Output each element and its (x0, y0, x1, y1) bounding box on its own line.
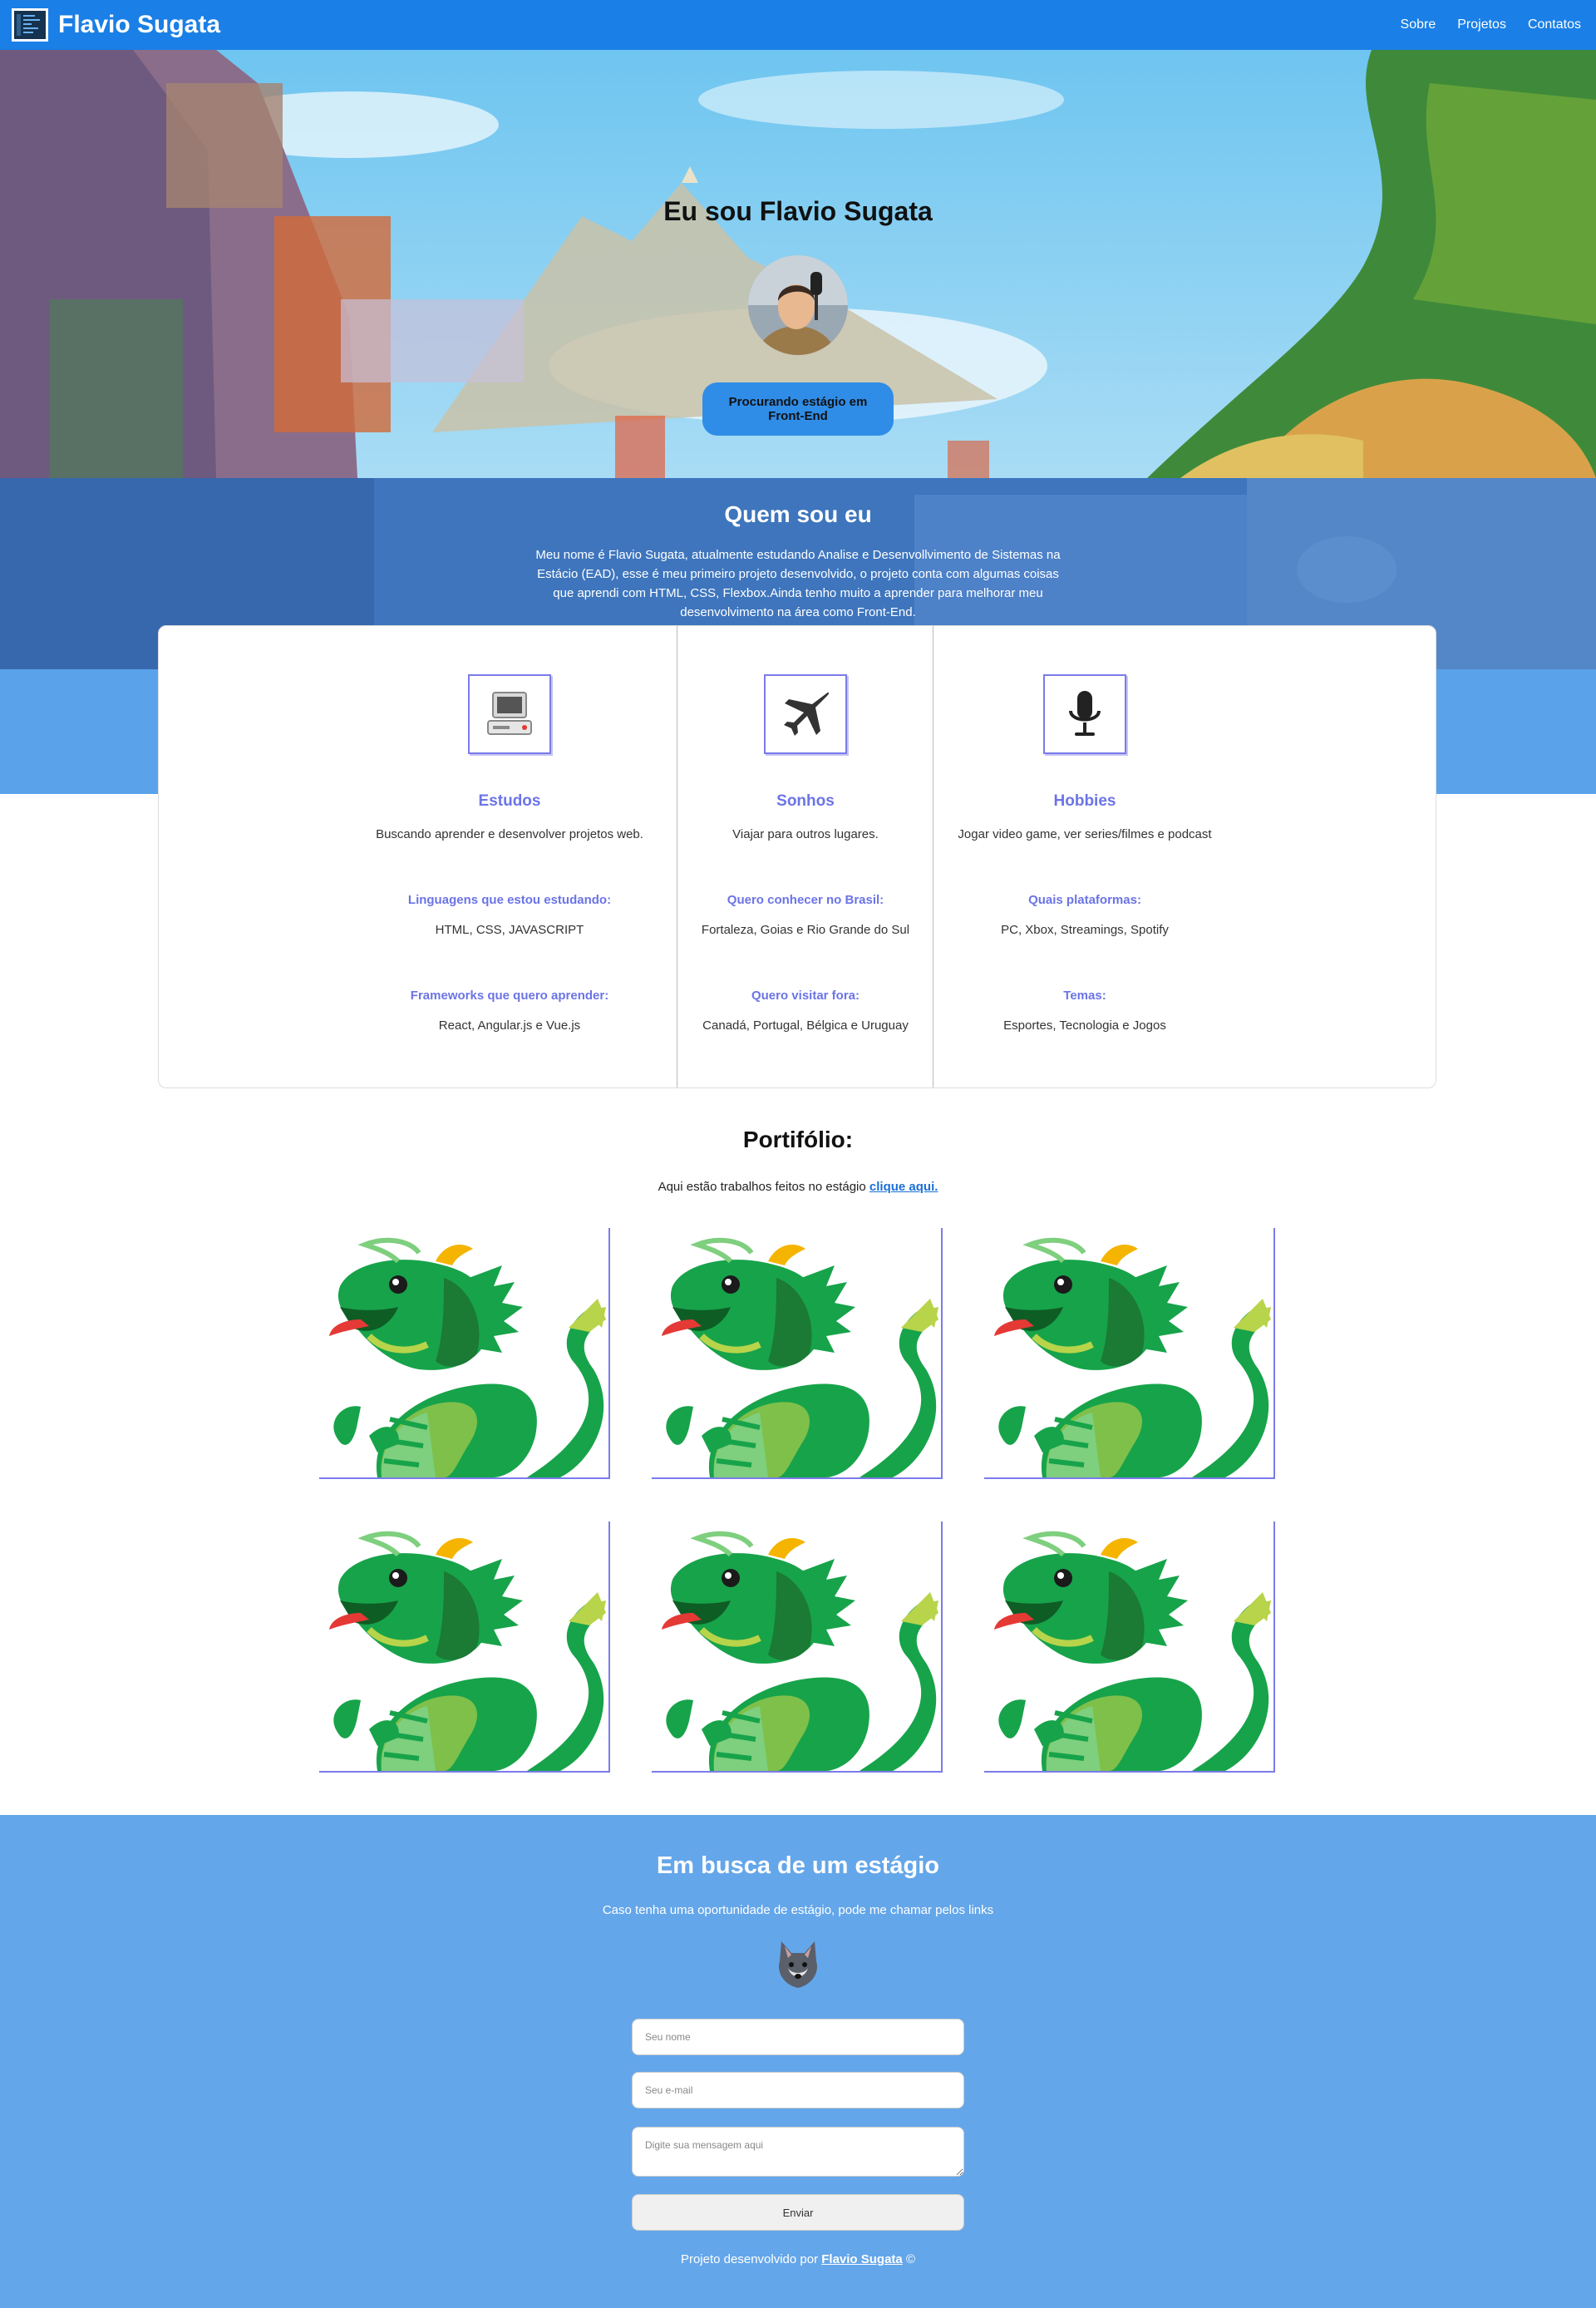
dragon-icon (652, 1521, 943, 1773)
card-subtitle: Temas: (1063, 989, 1106, 1003)
logo-icon (12, 8, 48, 42)
top-nav: Flavio Sugata Sobre Projetos Contatos (0, 0, 1596, 50)
contact-section (0, 1815, 1596, 2308)
dragon-icon (984, 1521, 1275, 1773)
hero-section: Eu sou Flavio Sugata Procurando estágio … (0, 50, 1596, 478)
portfolio-item-2[interactable] (652, 1228, 943, 1479)
computer-icon (468, 674, 551, 754)
portfolio-item-3[interactable] (984, 1228, 1275, 1479)
card-value: Canadá, Portugal, Bélgica e Uruguay (702, 1018, 909, 1033)
card-title: Hobbies (1053, 792, 1116, 810)
profile-avatar (748, 255, 848, 355)
card-sonhos: Sonhos Viajar para outros lugares. Quero… (677, 626, 933, 1087)
name-input[interactable] (632, 2019, 964, 2055)
portfolio-item-6[interactable] (984, 1521, 1275, 1773)
airplane-icon (764, 674, 847, 754)
dragon-icon (319, 1228, 610, 1479)
dragon-icon (319, 1521, 610, 1773)
nav-links: Sobre Projetos Contatos (1401, 17, 1581, 32)
nav-link-contatos[interactable]: Contatos (1528, 17, 1581, 32)
internship-cta-button[interactable]: Procurando estágio em Front-End (702, 382, 894, 436)
card-value: Esportes, Tecnologia e Jogos (1003, 1018, 1166, 1033)
card-value: React, Angular.js e Vue.js (438, 1018, 581, 1033)
info-cards: Estudos Buscando aprender e desenvolver … (158, 625, 1436, 1088)
nav-link-projetos[interactable]: Projetos (1457, 17, 1506, 32)
dragon-icon (984, 1228, 1275, 1479)
footer-credit: Projeto desenvolvido por Flavio Sugata © (0, 2252, 1596, 2266)
copyright-symbol: © (905, 2252, 916, 2266)
nav-link-sobre[interactable]: Sobre (1401, 17, 1436, 32)
portfolio-item-1[interactable] (319, 1228, 610, 1479)
send-button[interactable]: Enviar (632, 2194, 964, 2231)
card-desc: Jogar video game, ver series/filmes e po… (958, 827, 1212, 841)
portfolio-item-4[interactable] (319, 1521, 610, 1773)
card-value: HTML, CSS, JAVASCRIPT (435, 923, 584, 937)
brand[interactable]: Flavio Sugata (12, 8, 220, 42)
microphone-icon (1043, 674, 1126, 754)
card-subtitle: Quero visitar fora: (751, 989, 860, 1003)
hero-title: Eu sou Flavio Sugata (663, 196, 933, 226)
portfolio-link[interactable]: clique aqui. (869, 1180, 938, 1194)
portfolio-text: Aqui estão trabalhos feitos no estágio c… (0, 1180, 1596, 1194)
card-estudos: Estudos Buscando aprender e desenvolver … (159, 626, 677, 1087)
portfolio-item-5[interactable] (652, 1521, 943, 1773)
contact-text: Caso tenha uma oportunidade de estágio, … (602, 1903, 994, 1917)
credit-prefix: Projeto desenvolvido por (680, 2252, 819, 2266)
card-subtitle: Linguagens que estou estudando: (407, 893, 612, 907)
dragon-icon (652, 1228, 943, 1479)
card-hobbies: Hobbies Jogar video game, ver series/fil… (933, 626, 1436, 1087)
contact-title: Em busca de um estágio (656, 1852, 940, 1879)
card-subtitle: Frameworks que quero aprender: (410, 989, 609, 1003)
card-value: Fortaleza, Goias e Rio Grande do Sul (701, 923, 910, 937)
portfolio-description: Aqui estão trabalhos feitos no estágio (658, 1180, 866, 1194)
about-text: Meu nome é Flavio Sugata, atualmente est… (535, 548, 1061, 619)
card-desc: Viajar para outros lugares. (732, 827, 879, 841)
portfolio-title: Portifólio: (742, 1127, 854, 1152)
card-desc: Buscando aprender e desenvolver projetos… (376, 827, 643, 841)
card-title: Estudos (478, 792, 541, 810)
card-subtitle: Quais plataformas: (1028, 893, 1141, 907)
card-title: Sonhos (776, 792, 835, 810)
wolf-icon (773, 1938, 823, 1991)
card-value: PC, Xbox, Streamings, Spotify (1001, 923, 1169, 937)
email-input[interactable] (632, 2072, 964, 2108)
message-textarea[interactable] (632, 2127, 964, 2177)
brand-title: Flavio Sugata (58, 11, 221, 38)
credit-author-link[interactable]: Flavio Sugata (821, 2252, 903, 2266)
about-title: Quem sou eu (724, 501, 872, 527)
card-subtitle: Quero conhecer no Brasil: (727, 893, 884, 907)
